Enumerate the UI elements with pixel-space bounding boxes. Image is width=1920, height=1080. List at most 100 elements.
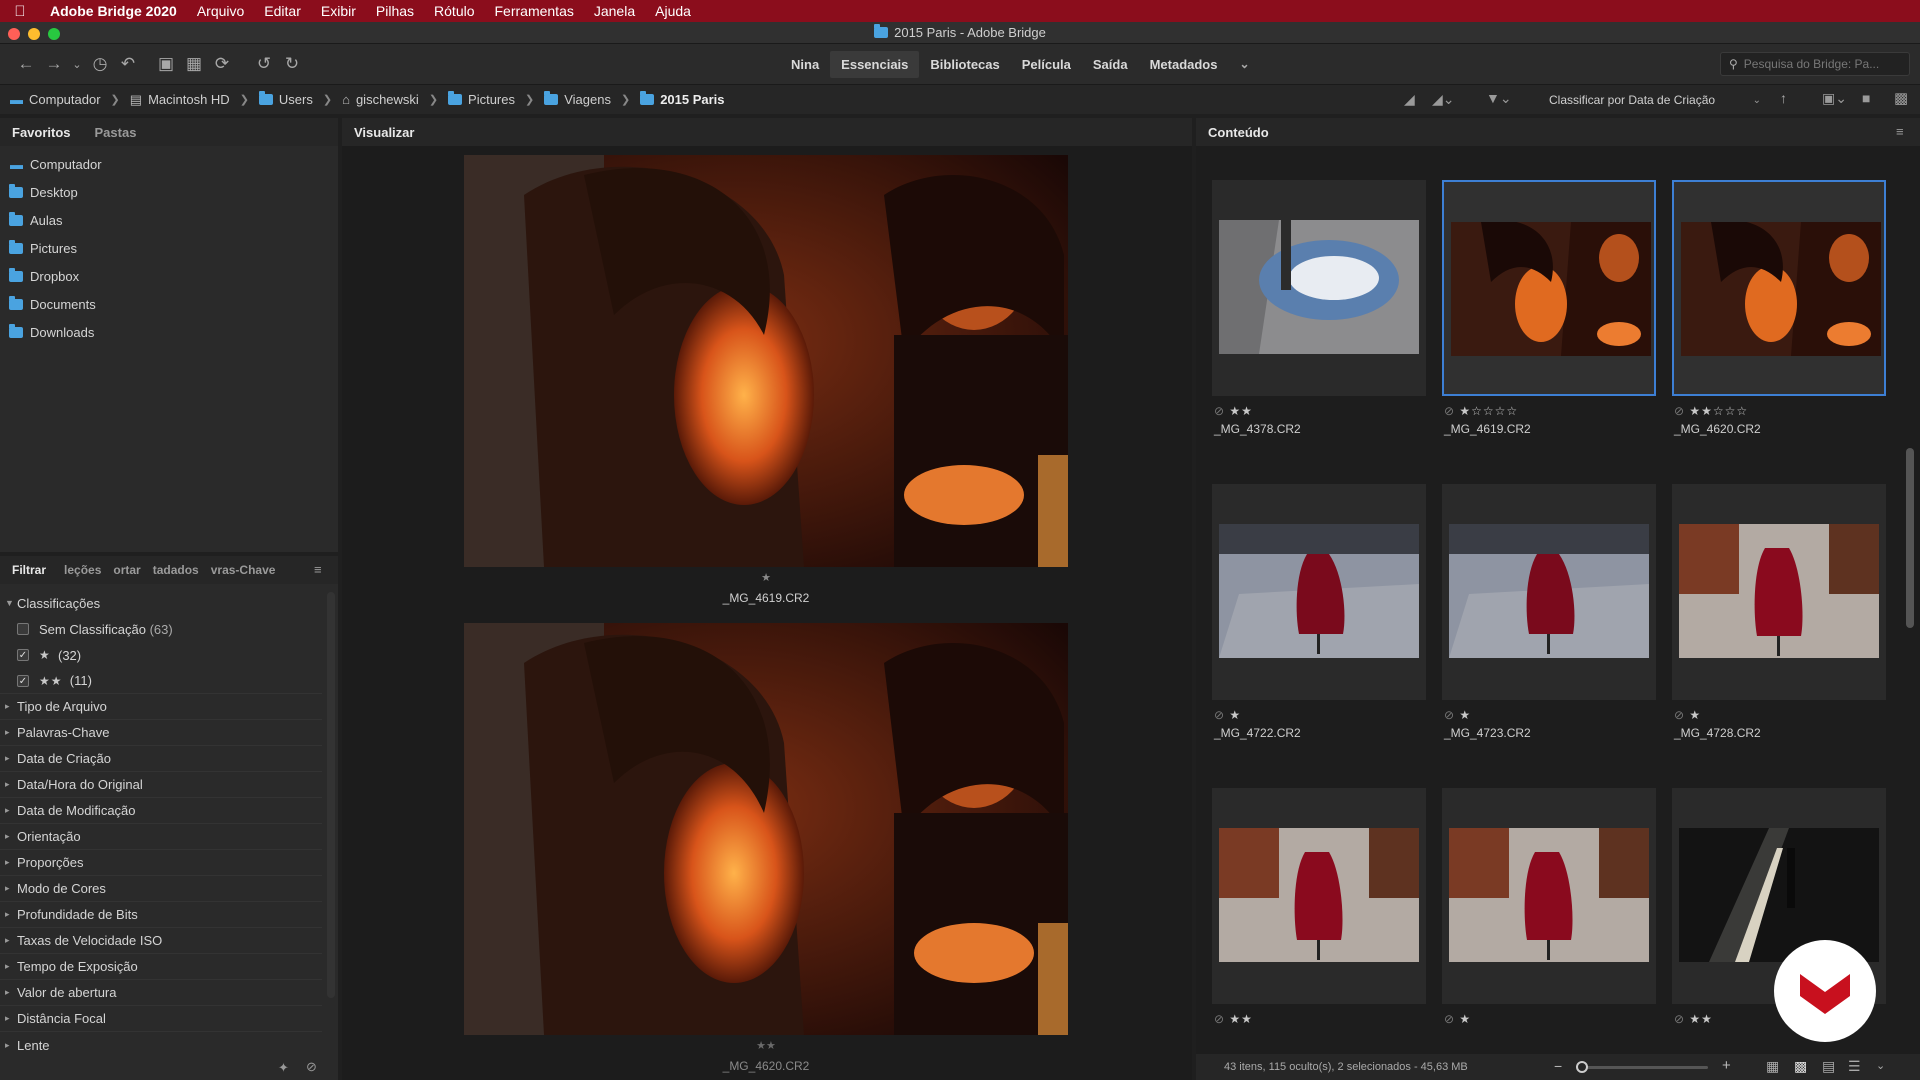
filter-funnel-icon[interactable]: ▼⌄: [1486, 90, 1512, 107]
rating-filter-icon[interactable]: ◢⌄: [1432, 91, 1455, 108]
reveal-boomerang-icon[interactable]: ↶: [114, 50, 142, 78]
thumbnail-rating[interactable]: ⊘ ★: [1444, 1012, 1471, 1026]
zoom-window-button[interactable]: [48, 28, 60, 40]
details-view-icon[interactable]: ▤: [1822, 1058, 1835, 1075]
breadcrumb-gischewski[interactable]: ⌂ gischewski ❯: [342, 92, 438, 107]
thumbnail-rating[interactable]: ⊘ ★★: [1214, 404, 1253, 418]
reject-icon[interactable]: ⊘: [1674, 404, 1689, 418]
close-window-button[interactable]: [8, 28, 20, 40]
rotate-left-icon[interactable]: ↺: [250, 50, 278, 78]
thumbnail-rating[interactable]: ⊘ ★: [1214, 708, 1241, 722]
slider-handle[interactable]: [1576, 1061, 1588, 1073]
recent-clock-icon[interactable]: ◷: [86, 50, 114, 78]
filter-scrollbar[interactable]: [327, 592, 335, 998]
rating-stars[interactable]: ★: [1229, 708, 1241, 722]
thumbnail-view-icon[interactable]: ▩: [1794, 1058, 1807, 1075]
filter-category[interactable]: ▸ Proporções: [0, 850, 322, 876]
rating-stars[interactable]: ★: [1689, 708, 1701, 722]
sort-ascending-arrow-icon[interactable]: ↑: [1780, 90, 1787, 106]
filter-category[interactable]: ▸ Tempo de Exposição: [0, 954, 322, 980]
checkbox[interactable]: [17, 623, 29, 635]
thumbnail-card[interactable]: [1672, 484, 1886, 700]
workspace-nina[interactable]: Nina: [780, 51, 830, 78]
sync-icon[interactable]: ⟳: [208, 50, 236, 78]
thumbnail-size-slider[interactable]: [1576, 1061, 1708, 1073]
favorite-item-aulas[interactable]: Aulas: [0, 206, 338, 234]
preview-rating-1[interactable]: ★: [464, 571, 1068, 584]
thumbnail-image[interactable]: [1451, 222, 1651, 356]
tab-pastas[interactable]: Pastas: [83, 125, 149, 140]
breadcrumb-2015-paris[interactable]: 2015 Paris: [640, 91, 725, 107]
workspace-pelicula[interactable]: Película: [1011, 51, 1082, 78]
tab-visualizar[interactable]: Visualizar: [342, 125, 426, 140]
panel-menu-icon[interactable]: ≡: [314, 562, 322, 577]
preview-rating-2[interactable]: ★★: [464, 1039, 1068, 1052]
panel-menu-icon[interactable]: ≡: [1896, 124, 1904, 139]
menu-ferramentas[interactable]: Ferramentas: [485, 3, 584, 19]
tab-palavras-chave[interactable]: vras-Chave: [205, 563, 282, 577]
preview-image-2[interactable]: [464, 623, 1068, 1035]
rating-stars[interactable]: ★★☆☆☆: [1689, 404, 1748, 418]
breadcrumb-pictures[interactable]: Pictures ❯: [448, 91, 534, 107]
filter-category[interactable]: ▸ Profundidade de Bits: [0, 902, 322, 928]
filter-category[interactable]: ▸ Taxas de Velocidade ISO: [0, 928, 322, 954]
breadcrumb-viagens[interactable]: Viagens ❯: [544, 91, 630, 107]
breadcrumb-macintosh-hd[interactable]: ▤ Macintosh HD ❯: [130, 92, 249, 108]
menu-janela[interactable]: Janela: [584, 3, 645, 19]
filter-category[interactable]: ▸ Data/Hora do Original: [0, 772, 322, 798]
camera-import-icon[interactable]: ▣: [152, 50, 180, 78]
new-folder-icon[interactable]: ■: [1862, 90, 1870, 106]
filter-section-classificacoes[interactable]: ▼ Classificações: [0, 590, 322, 616]
breadcrumb-computador[interactable]: ▬ Computador ❯: [10, 92, 120, 107]
rating-stars[interactable]: ★: [1459, 708, 1471, 722]
menu-exibir[interactable]: Exibir: [311, 3, 366, 19]
content-scrollbar-thumb[interactable]: [1906, 448, 1914, 628]
quality-icon[interactable]: ◢: [1404, 91, 1415, 108]
thumbnail-image[interactable]: [1449, 828, 1649, 962]
thumbnail-image[interactable]: [1219, 220, 1419, 354]
tab-colecoes[interactable]: leções: [58, 563, 107, 577]
filter-category[interactable]: ▸ Distância Focal: [0, 1006, 322, 1032]
rating-stars[interactable]: ★: [1459, 1012, 1471, 1026]
minimize-window-button[interactable]: [28, 28, 40, 40]
apple-icon[interactable]: : [0, 3, 40, 20]
reject-icon[interactable]: ⊘: [1444, 708, 1459, 722]
thumbnail-image[interactable]: [1681, 222, 1881, 356]
tab-metadados[interactable]: tadados: [147, 563, 205, 577]
filter-category[interactable]: ▸ Data de Criação: [0, 746, 322, 772]
view-options-chevron-icon[interactable]: ⌄: [1876, 1059, 1885, 1072]
menu-rotulo[interactable]: Rótulo: [424, 3, 484, 19]
thumbnail-card[interactable]: [1212, 180, 1426, 396]
workspace-metadados[interactable]: Metadados: [1139, 51, 1229, 78]
reject-icon[interactable]: ⊘: [1674, 1012, 1689, 1026]
favorite-item-documents[interactable]: Documents: [0, 290, 338, 318]
filter-category[interactable]: ▸ Modo de Cores: [0, 876, 322, 902]
checkbox-checked[interactable]: ✓: [17, 649, 29, 661]
menu-app[interactable]: Adobe Bridge 2020: [40, 3, 187, 19]
workspace-saida[interactable]: Saída: [1082, 51, 1139, 78]
zoom-out-icon[interactable]: −: [1554, 1058, 1562, 1074]
menu-ajuda[interactable]: Ajuda: [645, 3, 701, 19]
favorite-item-downloads[interactable]: Downloads: [0, 318, 338, 346]
menu-arquivo[interactable]: Arquivo: [187, 3, 254, 19]
menu-editar[interactable]: Editar: [254, 3, 311, 19]
thumbnail-rating[interactable]: ⊘ ★★: [1214, 1012, 1253, 1026]
rotate-right-icon[interactable]: ↻: [278, 50, 306, 78]
filter-rating-one-star[interactable]: ✓ ★ (32): [0, 642, 322, 668]
filter-category[interactable]: ▸ Data de Modificação: [0, 798, 322, 824]
filter-rating-two-star[interactable]: ✓ ★★ (11): [0, 668, 322, 694]
reject-icon[interactable]: ⊘: [1444, 404, 1459, 418]
lock-grid-icon[interactable]: ▦: [1766, 1058, 1779, 1075]
thumbnail-rating[interactable]: ⊘ ★★☆☆☆: [1674, 404, 1748, 418]
thumbnail-rating[interactable]: ⊘ ★☆☆☆☆: [1444, 404, 1518, 418]
favorite-item-dropbox[interactable]: Dropbox: [0, 262, 338, 290]
thumbnail-card[interactable]: [1212, 484, 1426, 700]
filter-category[interactable]: ▸ Orientação: [0, 824, 322, 850]
thumbnail-card[interactable]: [1442, 788, 1656, 1004]
rating-stars[interactable]: ★★: [1229, 1012, 1253, 1026]
filter-category[interactable]: ▸ Lente: [0, 1032, 322, 1058]
thumbnail-card[interactable]: [1212, 788, 1426, 1004]
thumbnail-image[interactable]: [1449, 524, 1649, 658]
workspace-more-chevron-icon[interactable]: ⌄: [1228, 51, 1260, 77]
sort-dropdown[interactable]: Classificar por Data de Criação ⌄: [1541, 89, 1767, 111]
